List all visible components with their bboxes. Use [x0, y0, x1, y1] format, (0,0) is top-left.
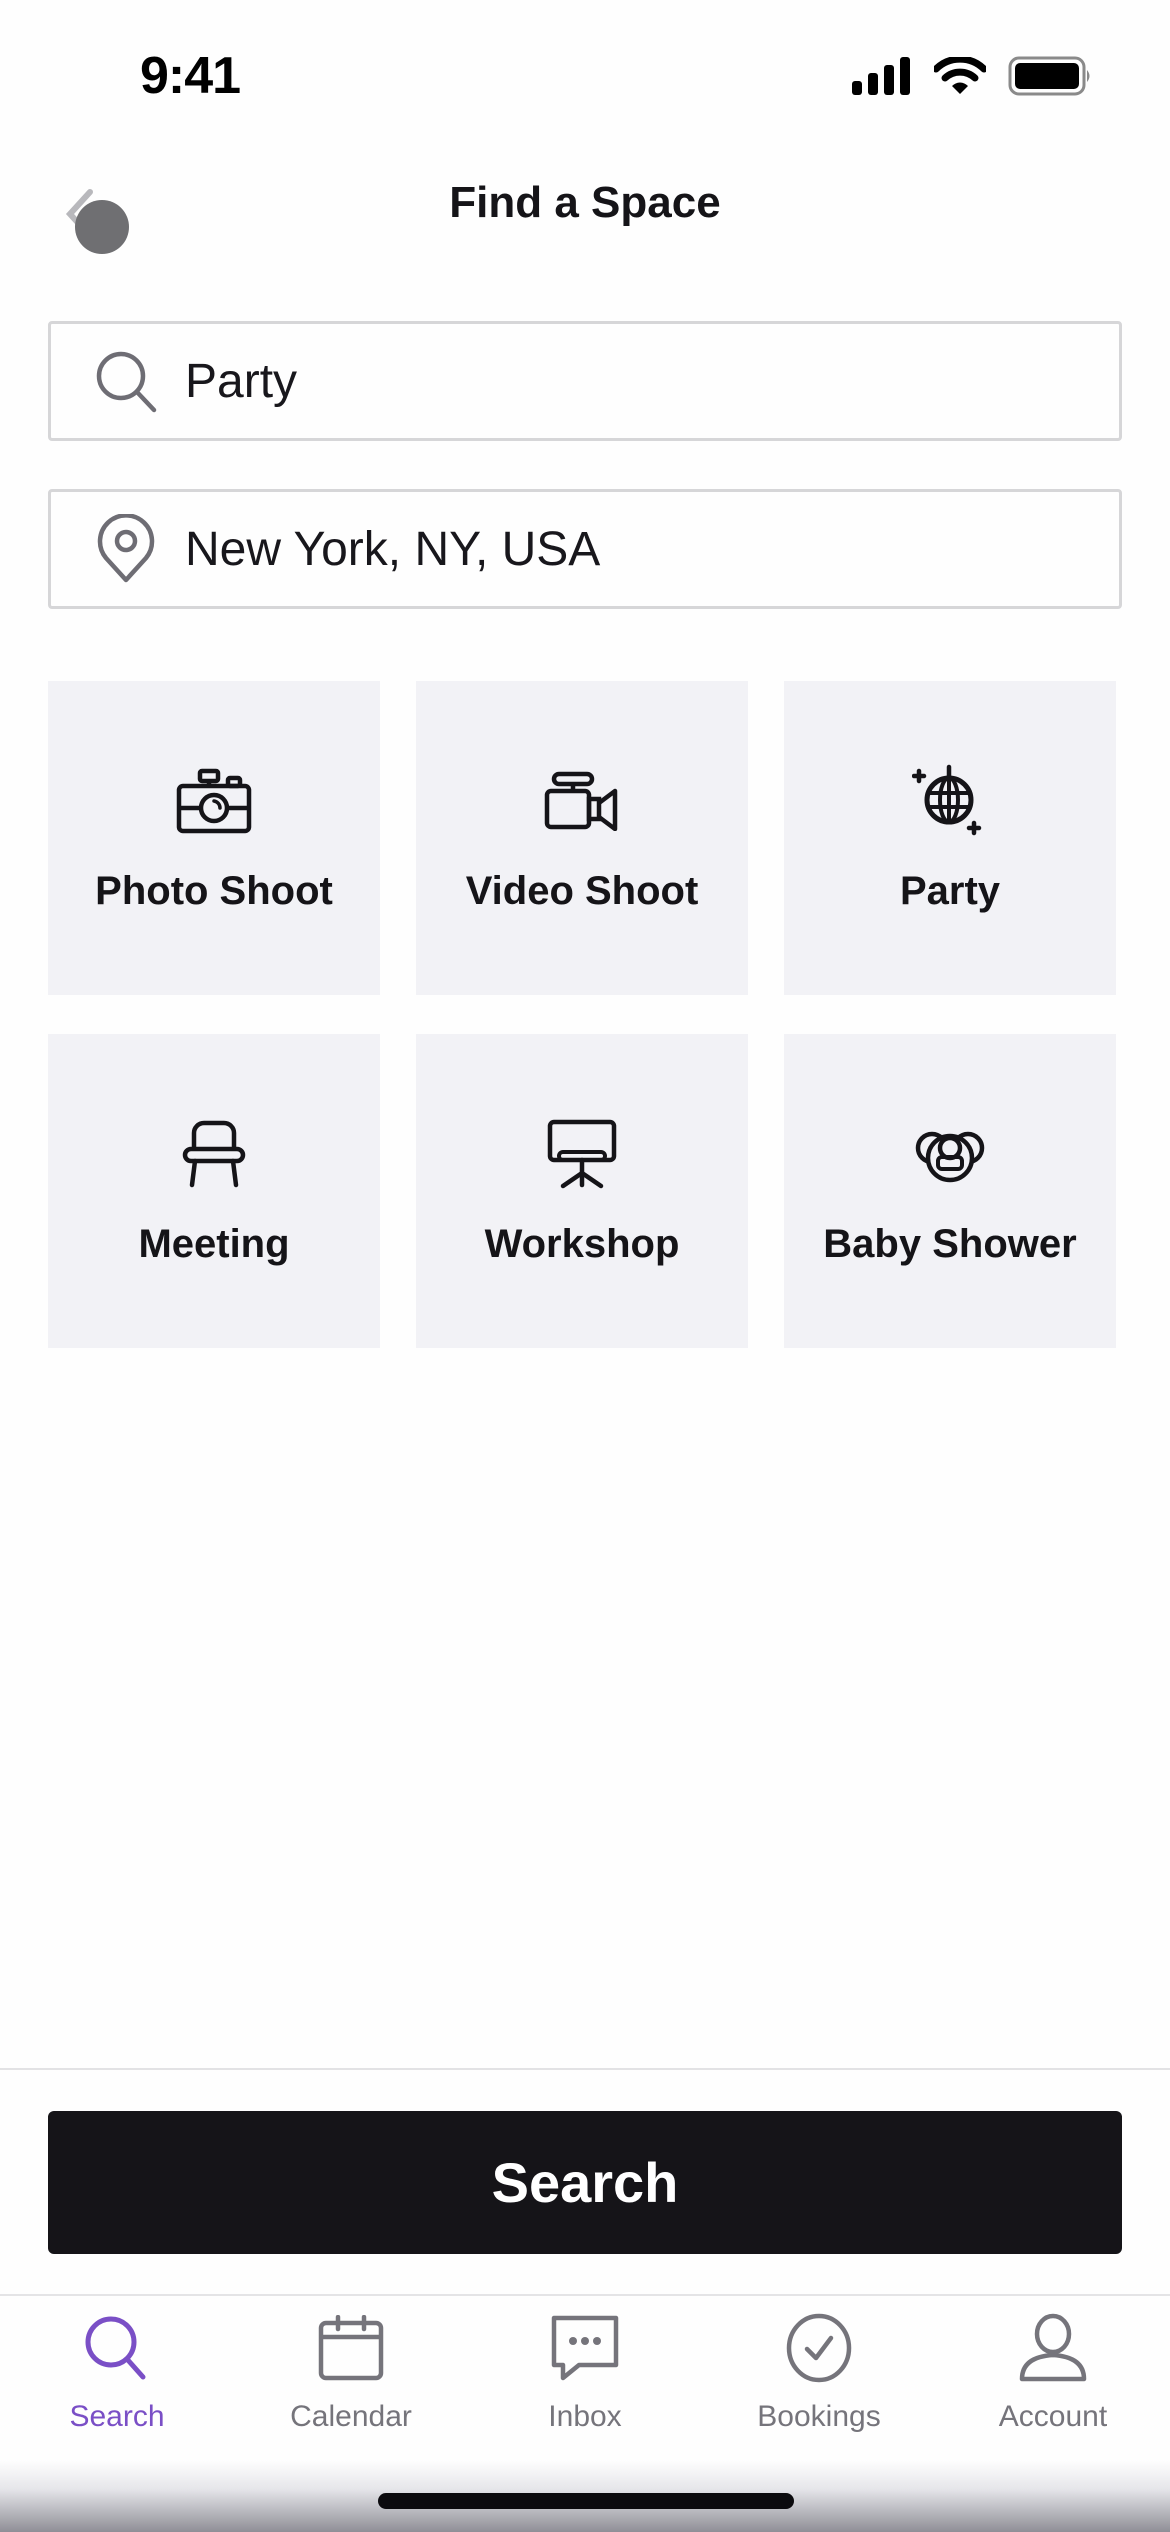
category-label: Baby Shower	[823, 1222, 1077, 1266]
chair-icon	[174, 1114, 254, 1194]
category-tile-workshop[interactable]: Workshop	[416, 1034, 748, 1348]
location-pin-icon	[91, 514, 161, 584]
category-label: Meeting	[138, 1222, 290, 1266]
category-tile-meeting[interactable]: Meeting	[48, 1034, 380, 1348]
tab-inbox[interactable]: Inbox	[468, 2296, 702, 2446]
tab-label: Bookings	[757, 2400, 881, 2433]
divider	[0, 2068, 1170, 2070]
status-time: 9:41	[140, 47, 241, 105]
location-input[interactable]: New York, NY, USA	[48, 489, 1122, 609]
category-label: Photo Shoot	[95, 869, 333, 913]
check-circle-icon	[779, 2308, 859, 2388]
cellular-signal-icon	[852, 57, 910, 95]
tab-label: Account	[998, 2400, 1108, 2433]
tab-label: Inbox	[548, 2400, 622, 2433]
category-tile-party[interactable]: Party	[784, 681, 1116, 995]
category-tile-baby-shower[interactable]: Baby Shower	[784, 1034, 1116, 1348]
tab-label: Calendar	[290, 2400, 412, 2433]
tab-account[interactable]: Account	[936, 2296, 1170, 2446]
tab-label: Search	[69, 2400, 165, 2433]
status-icons	[852, 56, 1092, 96]
nav-bar: Find a Space	[0, 160, 1170, 254]
tab-calendar[interactable]: Calendar	[234, 2296, 468, 2446]
wifi-icon	[934, 57, 986, 94]
search-icon	[91, 346, 161, 416]
home-indicator[interactable]	[378, 2493, 794, 2509]
search-input[interactable]: Party	[48, 321, 1122, 441]
category-label: Party	[899, 869, 1001, 913]
tab-bookings[interactable]: Bookings	[702, 2296, 936, 2446]
calendar-icon	[311, 2308, 391, 2388]
search-icon	[77, 2308, 157, 2388]
pacifier-icon	[910, 1114, 990, 1194]
video-camera-icon	[542, 761, 622, 841]
disco-ball-icon	[910, 761, 990, 841]
category-tile-photo-shoot[interactable]: Photo Shoot	[48, 681, 380, 995]
chat-bubble-icon	[545, 2308, 625, 2388]
category-label: Workshop	[484, 1222, 680, 1266]
camera-icon	[174, 761, 254, 841]
person-icon	[1013, 2308, 1093, 2388]
search-button[interactable]: Search	[48, 2111, 1122, 2254]
location-input-value[interactable]: New York, NY, USA	[185, 522, 600, 577]
tab-bar: Search Calendar Inbox Bookings Account	[0, 2296, 1170, 2446]
category-tile-video-shoot[interactable]: Video Shoot	[416, 681, 748, 995]
battery-icon	[1008, 56, 1090, 96]
category-label: Video Shoot	[465, 869, 699, 913]
presentation-board-icon	[542, 1114, 622, 1194]
tab-search[interactable]: Search	[0, 2296, 234, 2446]
search-input-value[interactable]: Party	[185, 354, 297, 409]
page-title: Find a Space	[449, 178, 721, 227]
status-bar: 9:41	[0, 0, 1170, 150]
